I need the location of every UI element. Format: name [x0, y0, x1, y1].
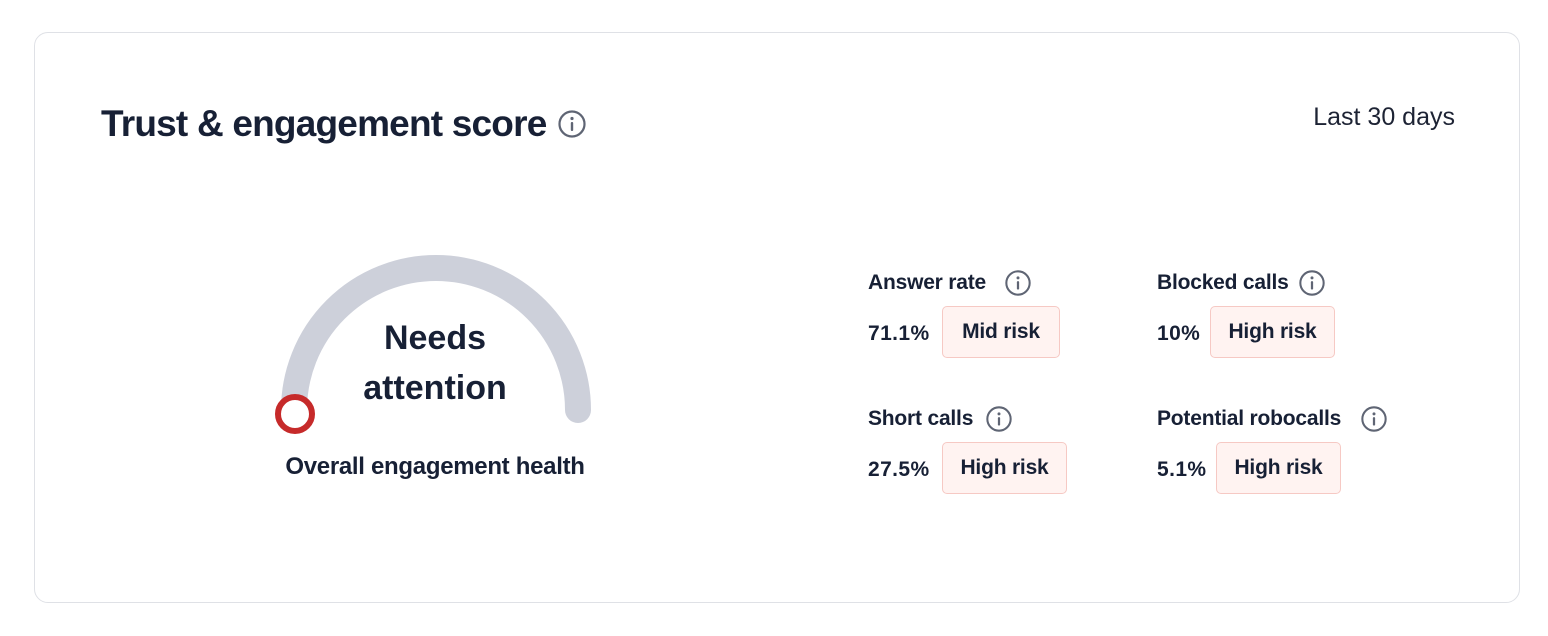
trust-engagement-card: Trust & engagement score Last 30 days Ne…: [34, 32, 1520, 603]
risk-badge: Mid risk: [942, 306, 1060, 358]
gauge-status-line2: attention: [363, 369, 507, 407]
metric-value: 71.1%: [868, 322, 930, 345]
metric-label: Blocked calls: [1157, 271, 1289, 294]
card-title: Trust & engagement score: [101, 103, 547, 144]
metric-value: 5.1%: [1157, 458, 1207, 481]
info-icon[interactable]: [557, 109, 587, 139]
gauge-indicator: [275, 394, 315, 434]
risk-badge: High risk: [1210, 306, 1335, 358]
info-icon[interactable]: [1298, 269, 1326, 297]
metric-label: Potential robocalls: [1157, 407, 1342, 430]
risk-badge: High risk: [1216, 442, 1341, 494]
metric-value: 27.5%: [868, 458, 930, 481]
info-icon[interactable]: [1004, 269, 1032, 297]
metric-value: 10%: [1157, 322, 1201, 345]
gauge-caption: Overall engagement health: [285, 453, 585, 480]
risk-badge: High risk: [942, 442, 1067, 494]
gauge-status-line1: Needs: [383, 319, 487, 357]
metric-label: Short calls: [868, 407, 974, 430]
info-icon[interactable]: [1360, 405, 1388, 433]
metric-label: Answer rate: [868, 271, 987, 294]
info-icon[interactable]: [985, 405, 1013, 433]
date-range-label: Last 30 days: [1313, 103, 1455, 131]
